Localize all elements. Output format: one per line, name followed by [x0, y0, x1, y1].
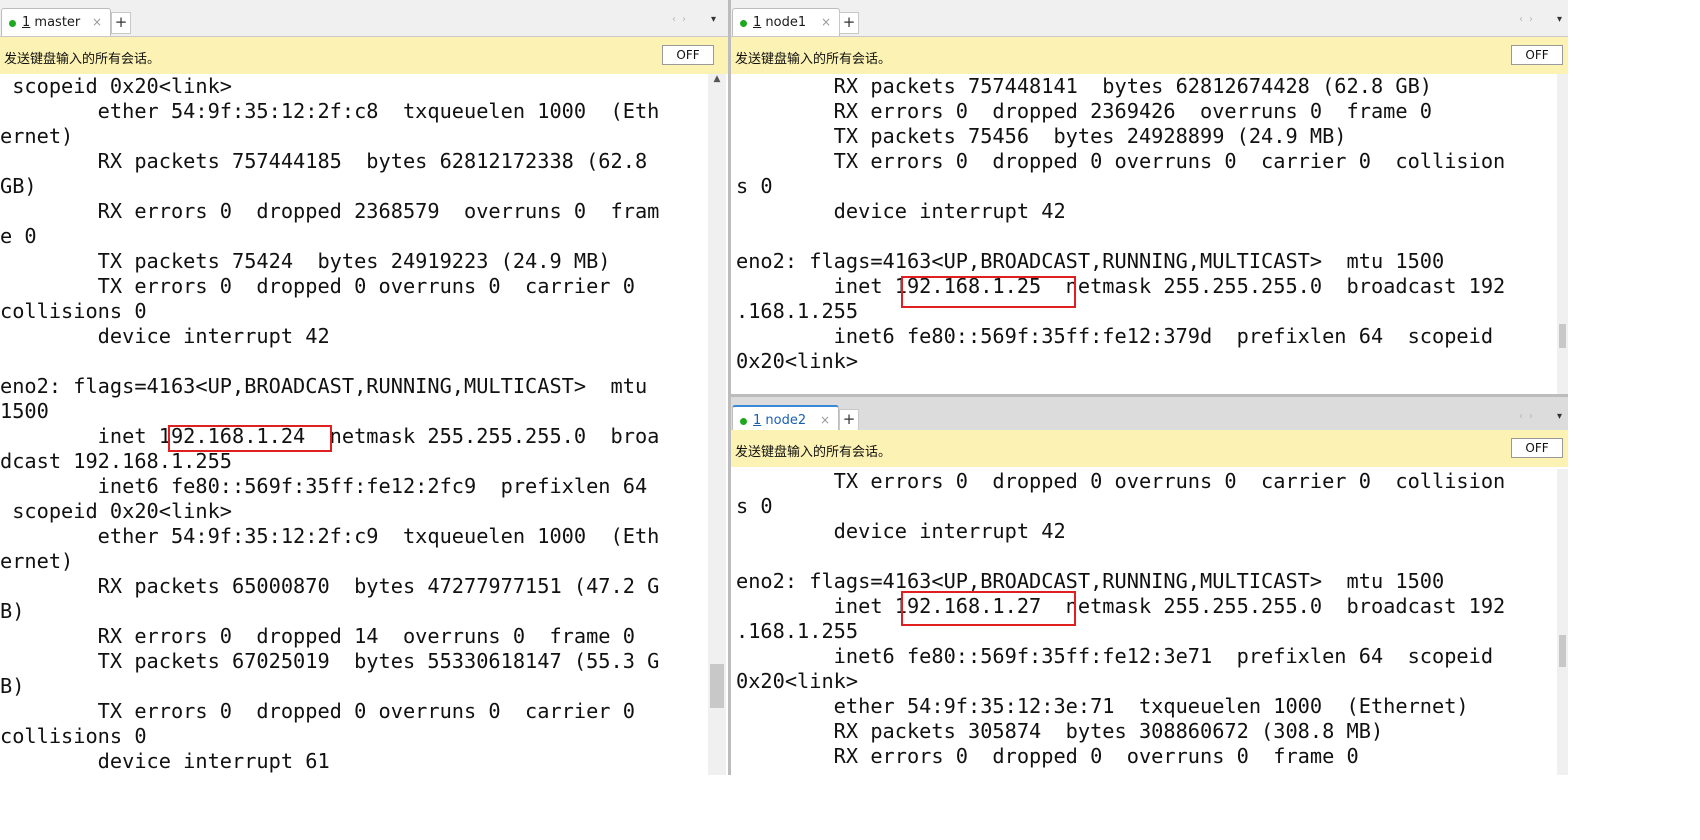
vertical-scrollbar[interactable] — [1557, 469, 1568, 775]
ip-highlight-box — [168, 425, 332, 452]
session-pane-node1: 1 node1 × + ‹› ▾ 发送键盘输入的所有会话。 OFF RX pac… — [731, 0, 1568, 394]
tab-scroll-arrows-icon[interactable]: ‹› — [1519, 14, 1539, 25]
terminal-text: RX packets 757448141 bytes 62812674428 (… — [736, 74, 1506, 373]
tab-scroll-arrows-icon[interactable]: ‹› — [1519, 411, 1539, 422]
scroll-right-icon[interactable]: › — [682, 14, 692, 25]
session-pane-master: 1 master × + ‹› ▾ 发送键盘输入的所有会话。 OFF scope… — [0, 0, 728, 775]
ip-highlight-box — [901, 591, 1076, 626]
close-tab-icon[interactable]: × — [92, 9, 102, 36]
broadcast-toggle-button[interactable]: OFF — [662, 45, 714, 65]
add-tab-button[interactable]: + — [111, 12, 131, 34]
terminal-text: scopeid 0x20<link> ether 54:9f:35:12:2f:… — [0, 74, 660, 773]
connected-status-icon — [740, 20, 747, 27]
tab-node1[interactable]: 1 node1 × — [732, 8, 840, 36]
tab-menu-icon[interactable]: ▾ — [711, 14, 716, 25]
add-tab-button[interactable]: + — [839, 12, 859, 34]
close-tab-icon[interactable]: × — [821, 9, 831, 36]
broadcast-toggle-button[interactable]: OFF — [1511, 45, 1563, 65]
scroll-right-icon[interactable]: › — [1529, 14, 1539, 25]
scroll-left-icon[interactable]: ‹ — [672, 14, 682, 25]
tab-menu-icon[interactable]: ▾ — [1557, 14, 1562, 25]
tab-scroll-arrows-icon[interactable]: ‹› — [672, 14, 692, 25]
broadcast-message: 发送键盘输入的所有会话。 — [735, 445, 892, 460]
tab-label: 1 node1 — [753, 15, 807, 30]
scrollbar-thumb[interactable] — [1559, 324, 1566, 348]
add-tab-button[interactable]: + — [839, 409, 859, 431]
connected-status-icon — [740, 418, 747, 425]
scroll-left-icon[interactable]: ‹ — [1519, 411, 1529, 422]
vertical-scrollbar[interactable] — [1557, 74, 1568, 394]
scroll-up-icon[interactable]: ▲ — [708, 74, 726, 88]
terminal-text: TX errors 0 dropped 0 overruns 0 carrier… — [736, 469, 1506, 768]
terminal-output[interactable]: scopeid 0x20<link> ether 54:9f:35:12:2f:… — [0, 74, 708, 775]
tab-label: 1 master — [22, 15, 81, 30]
scroll-left-icon[interactable]: ‹ — [1519, 14, 1529, 25]
connected-status-icon — [9, 20, 16, 27]
broadcast-message: 发送键盘输入的所有会话。 — [4, 52, 161, 67]
terminal-output[interactable]: RX packets 757448141 bytes 62812674428 (… — [731, 74, 1557, 394]
scrollbar-thumb[interactable] — [1559, 635, 1566, 667]
tab-menu-icon[interactable]: ▾ — [1557, 411, 1562, 422]
broadcast-toggle-button[interactable]: OFF — [1511, 438, 1563, 458]
ip-highlight-box — [901, 276, 1076, 308]
tab-bar: 1 master × + ‹› ▾ — [0, 0, 728, 37]
tab-bar: 1 node2 × + ‹› ▾ — [731, 397, 1568, 434]
broadcast-infobar: 发送键盘输入的所有会话。 OFF — [0, 37, 728, 74]
scroll-right-icon[interactable]: › — [1529, 411, 1539, 422]
vertical-scrollbar[interactable]: ▲ — [708, 74, 726, 775]
tab-master[interactable]: 1 master × — [1, 8, 111, 36]
broadcast-infobar: 发送键盘输入的所有会话。 OFF — [731, 37, 1568, 74]
session-pane-node2: 1 node2 × + ‹› ▾ 发送键盘输入的所有会话。 OFF TX err… — [731, 397, 1568, 775]
scrollbar-thumb[interactable] — [710, 664, 724, 708]
broadcast-infobar: 发送键盘输入的所有会话。 OFF — [731, 430, 1568, 467]
broadcast-message: 发送键盘输入的所有会话。 — [735, 52, 892, 67]
tab-bar: 1 node1 × + ‹› ▾ — [731, 0, 1568, 37]
terminal-output[interactable]: TX errors 0 dropped 0 overruns 0 carrier… — [731, 469, 1557, 775]
